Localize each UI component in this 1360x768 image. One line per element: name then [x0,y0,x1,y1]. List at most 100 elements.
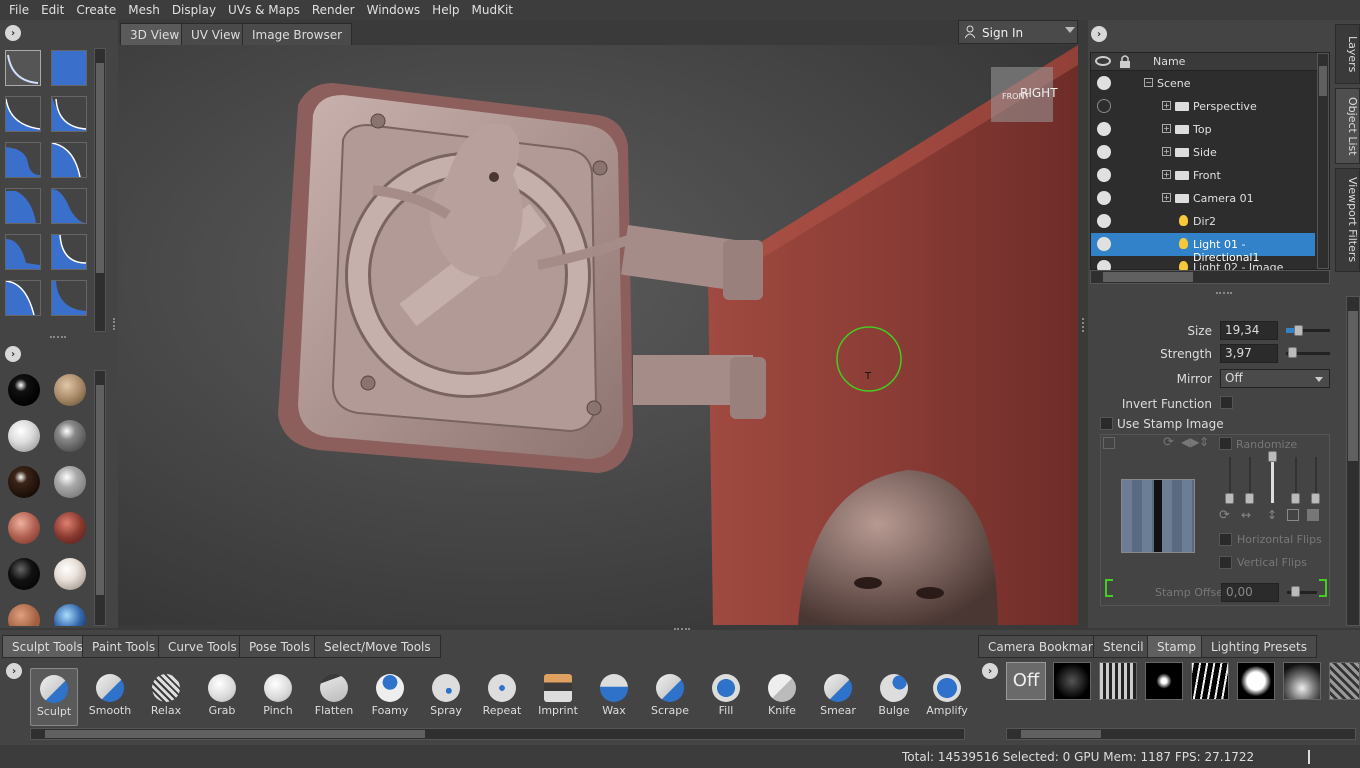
material-expand-icon[interactable]: › [5,346,21,362]
random-knob-3[interactable] [1268,451,1277,462]
invert-function-checkbox[interactable] [1220,396,1233,409]
material-chrome[interactable] [54,420,86,452]
tree-row-side[interactable]: + Side [1091,141,1315,164]
falloff-preset-6[interactable] [51,142,87,178]
falloff-preset-3[interactable] [5,96,41,132]
tab-viewport-filters[interactable]: Viewport Filters [1335,168,1360,272]
visibility-toggle[interactable] [1097,214,1111,228]
falloff-preset-9[interactable] [5,234,41,270]
material-blue-glass[interactable] [54,604,86,626]
expand-icon[interactable]: + [1162,147,1171,156]
mirror-select[interactable]: Off [1220,369,1330,388]
random-knob-1[interactable] [1225,493,1234,504]
visibility-toggle[interactable] [1097,237,1111,251]
flip-v-icon[interactable]: ⇕ [1199,435,1209,449]
expand-icon[interactable]: + [1162,193,1171,202]
tree-scrollbar-vertical[interactable] [1317,53,1329,269]
stamp-offset-field[interactable]: 0,00 [1221,583,1279,602]
tab-sculpt-tools[interactable]: Sculpt Tools [2,635,93,658]
rotate-icon[interactable]: ⟳ [1163,435,1174,450]
stamp-thumb-1[interactable] [1053,662,1091,700]
sign-in-button[interactable]: Sign In [958,20,1078,44]
falloff-preset-2[interactable] [51,50,87,86]
falloff-expand-icon[interactable]: › [5,25,21,41]
menu-render[interactable]: Render [306,3,361,17]
tab-select-move-tools[interactable]: Select/Move Tools [314,635,441,658]
tool-spray[interactable]: Spray [422,668,470,726]
tree-row-camera-01[interactable]: + Camera 01 [1091,187,1315,210]
tool-smooth[interactable]: Smooth [86,668,134,726]
stamp-thumb-7[interactable] [1329,662,1360,700]
tree-scrollbar-horizontal[interactable] [1090,270,1330,284]
tool-fill[interactable]: Fill [702,668,750,726]
menu-file[interactable]: File [3,3,35,17]
material-scrollbar[interactable] [94,370,106,626]
material-clay[interactable] [54,374,86,406]
3d-viewport[interactable]: FRONT RIGHT T [118,45,1078,625]
tab-uv-view[interactable]: UV View [181,23,251,45]
menu-mudkit[interactable]: MudKit [466,3,519,17]
visibility-toggle[interactable] [1097,145,1111,159]
tool-sculpt[interactable]: Sculpt [30,668,78,726]
falloff-preset-8[interactable] [51,188,87,224]
falloff-preset-5[interactable] [5,142,41,178]
tree-row-perspective[interactable]: + Perspective [1091,95,1315,118]
right-panel-splitter[interactable] [1082,318,1084,332]
falloff-preset-10[interactable] [51,234,87,270]
menu-edit[interactable]: Edit [35,3,70,17]
material-silver[interactable] [54,466,86,498]
size-field[interactable]: 19,34 [1220,321,1278,340]
stamp-pin-icon[interactable] [1103,437,1115,449]
tool-imprint[interactable]: Imprint [534,668,582,726]
stamp-thumb-3[interactable] [1145,662,1183,700]
random-knob-2[interactable] [1245,493,1254,504]
stamp-thumb-2[interactable] [1099,662,1137,700]
material-copper[interactable] [8,604,40,626]
stamp-offset-knob[interactable] [1291,586,1300,597]
tree-row-front[interactable]: + Front [1091,164,1315,187]
tab-curve-tools[interactable]: Curve Tools [158,635,247,658]
tool-grab[interactable]: Grab [198,668,246,726]
stamp-thumb-6[interactable] [1283,662,1321,700]
menu-help[interactable]: Help [426,3,465,17]
tool-pinch[interactable]: Pinch [254,668,302,726]
menu-windows[interactable]: Windows [361,3,427,17]
right-splitter[interactable] [1216,292,1232,294]
tools-expand-icon[interactable]: › [6,663,22,679]
collapse-icon[interactable]: − [1144,78,1153,87]
random-slider-3[interactable] [1271,457,1274,503]
strength-slider-knob[interactable] [1288,347,1297,358]
tool-foamy[interactable]: Foamy [366,668,414,726]
stamp-thumb-5[interactable] [1237,662,1275,700]
tab-object-list[interactable]: Object List [1335,88,1360,164]
tab-lighting-presets[interactable]: Lighting Presets [1201,635,1317,658]
visibility-toggle[interactable] [1097,260,1111,270]
material-black-gloss[interactable] [8,374,40,406]
visibility-toggle[interactable] [1097,168,1111,182]
tool-repeat[interactable]: Repeat [478,668,526,726]
tree-row-top[interactable]: + Top [1091,118,1315,141]
visibility-toggle[interactable] [1097,122,1111,136]
menu-create[interactable]: Create [70,3,122,17]
tab-stamp[interactable]: Stamp [1147,635,1206,658]
tab-image-browser[interactable]: Image Browser [242,23,353,45]
falloff-preset-11[interactable] [5,280,41,316]
stamps-expand-icon[interactable]: › [982,663,998,679]
panel-expand-icon[interactable]: › [1091,26,1107,42]
tool-knife[interactable]: Knife [758,668,806,726]
vertical-flips-checkbox[interactable] [1219,556,1232,569]
falloff-preset-1[interactable] [5,50,41,86]
tab-paint-tools[interactable]: Paint Tools [82,635,166,658]
bottom-splitter[interactable] [674,628,690,630]
tab-stencil[interactable]: Stencil [1093,635,1154,658]
flip-h-icon[interactable]: ◀▶ [1181,435,1199,449]
stamps-scrollbar[interactable] [1006,728,1356,740]
horizontal-flips-checkbox[interactable] [1219,533,1232,546]
tool-wax[interactable]: Wax [590,668,638,726]
menu-mesh[interactable]: Mesh [122,3,166,17]
tools-scrollbar[interactable] [30,728,965,740]
material-pearl[interactable] [54,558,86,590]
material-skin[interactable] [8,512,40,544]
tool-relax[interactable]: Relax [142,668,190,726]
expand-icon[interactable]: + [1162,124,1171,133]
